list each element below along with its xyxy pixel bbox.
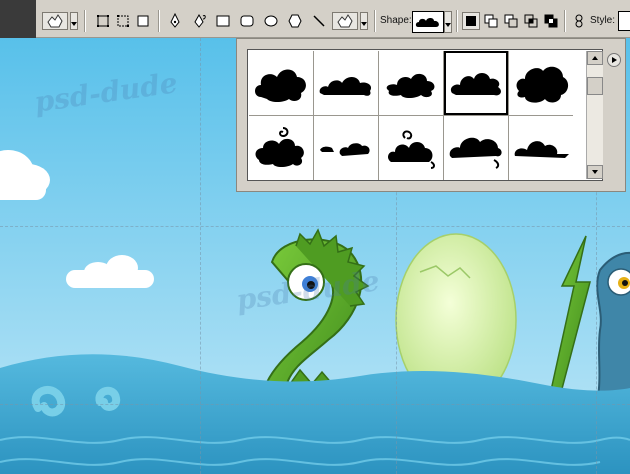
options-bar: Shape: Style: bbox=[0, 0, 630, 38]
shape-cell-cloud-1[interactable] bbox=[249, 51, 313, 115]
shape-picker-dropdown[interactable] bbox=[444, 11, 452, 33]
shape-cell-cloud-5[interactable] bbox=[509, 51, 573, 115]
add-area-icon bbox=[484, 14, 498, 28]
custom-shape-tool-icon bbox=[337, 14, 353, 28]
cloud-10-icon bbox=[514, 141, 569, 158]
shape-cell-cloud-3[interactable] bbox=[379, 51, 443, 115]
subtract-area-icon bbox=[504, 14, 518, 28]
custom-shape-picker bbox=[236, 38, 626, 192]
cloud-6-icon bbox=[255, 127, 304, 167]
custom-shape-tool-button[interactable] bbox=[332, 12, 358, 30]
link-style-button[interactable] bbox=[570, 12, 588, 30]
canvas[interactable]: psd-dude psd-dude Shape: Style: bbox=[0, 0, 630, 474]
subtract-from-area-button[interactable] bbox=[502, 12, 520, 30]
selected-cloud-icon bbox=[415, 18, 439, 27]
polygon-tool-button[interactable] bbox=[286, 12, 304, 30]
exclude-overlap-button[interactable] bbox=[542, 12, 560, 30]
guide-horizontal-1[interactable] bbox=[0, 226, 630, 227]
rectangle-icon bbox=[216, 15, 230, 27]
guide-horizontal-2[interactable] bbox=[0, 404, 630, 405]
scroll-up-button[interactable] bbox=[587, 51, 603, 65]
polygon-icon bbox=[288, 14, 302, 28]
link-icon bbox=[575, 14, 583, 28]
new-layer-icon bbox=[466, 16, 476, 26]
scroll-down-button[interactable] bbox=[587, 165, 603, 179]
cloud-7-icon bbox=[320, 143, 370, 156]
shape-cell-cloud-9[interactable] bbox=[444, 116, 508, 180]
paths-icon bbox=[117, 15, 129, 27]
toolbar-grip[interactable] bbox=[0, 0, 36, 38]
new-layer-mode-button[interactable] bbox=[462, 12, 480, 30]
cloud-3-icon bbox=[386, 73, 435, 98]
shape-cell-cloud-7[interactable] bbox=[314, 116, 378, 180]
intersect-area-icon bbox=[524, 14, 538, 28]
rounded-rectangle-tool-button[interactable] bbox=[238, 12, 256, 30]
line-tool-button[interactable] bbox=[310, 12, 328, 30]
paths-mode-button[interactable] bbox=[114, 12, 132, 30]
play-arrow-icon bbox=[612, 57, 617, 63]
freeform-pen-icon bbox=[194, 13, 206, 28]
freeform-pen-tool-button[interactable] bbox=[190, 12, 208, 30]
cloud-4-icon bbox=[450, 73, 501, 96]
shape-cell-cloud-8[interactable] bbox=[379, 116, 443, 180]
shape-cell-cloud-2[interactable] bbox=[314, 51, 378, 115]
shape-cell-cloud-6[interactable] bbox=[249, 116, 313, 180]
ellipse-tool-button[interactable] bbox=[262, 12, 280, 30]
fill-pixels-mode-button[interactable] bbox=[134, 12, 152, 30]
pen-tool-button[interactable] bbox=[166, 12, 184, 30]
guide-vertical-1[interactable] bbox=[200, 38, 201, 474]
exclude-overlap-icon bbox=[544, 14, 558, 28]
custom-shape-icon bbox=[47, 14, 63, 28]
arrow-down-icon bbox=[592, 170, 598, 174]
shape-cell-cloud-4[interactable] bbox=[444, 51, 508, 115]
shape-swatch[interactable] bbox=[412, 11, 444, 33]
shape-cell-cloud-10[interactable] bbox=[509, 116, 573, 180]
cloud-1-icon bbox=[255, 69, 306, 102]
shape-list bbox=[247, 49, 603, 181]
style-label: Style: bbox=[590, 15, 616, 26]
cloud-9-icon bbox=[449, 137, 502, 169]
shape-layers-mode-button[interactable] bbox=[94, 12, 112, 30]
style-swatch[interactable] bbox=[618, 11, 630, 31]
arrow-up-icon bbox=[592, 56, 598, 60]
pen-icon bbox=[170, 13, 180, 28]
shape-label: Shape: bbox=[380, 15, 412, 26]
picker-menu-button[interactable] bbox=[607, 53, 621, 67]
cloud-8-icon bbox=[388, 130, 435, 169]
cloud-5-icon bbox=[516, 66, 569, 103]
ellipse-icon bbox=[264, 15, 278, 27]
tool-preset-picker[interactable] bbox=[42, 12, 68, 30]
scroll-thumb[interactable] bbox=[587, 77, 603, 95]
intersect-area-button[interactable] bbox=[522, 12, 540, 30]
custom-shape-options-dropdown[interactable] bbox=[360, 12, 368, 30]
fill-pixels-icon bbox=[137, 15, 149, 27]
cloud-2-icon bbox=[319, 77, 372, 96]
add-to-area-button[interactable] bbox=[482, 12, 500, 30]
shape-list-scrollbar[interactable] bbox=[586, 51, 603, 179]
tool-preset-dropdown[interactable] bbox=[70, 12, 78, 30]
shape-layers-icon bbox=[97, 15, 109, 27]
line-icon bbox=[313, 15, 325, 27]
rectangle-tool-button[interactable] bbox=[214, 12, 232, 30]
rounded-rectangle-icon bbox=[240, 15, 254, 27]
